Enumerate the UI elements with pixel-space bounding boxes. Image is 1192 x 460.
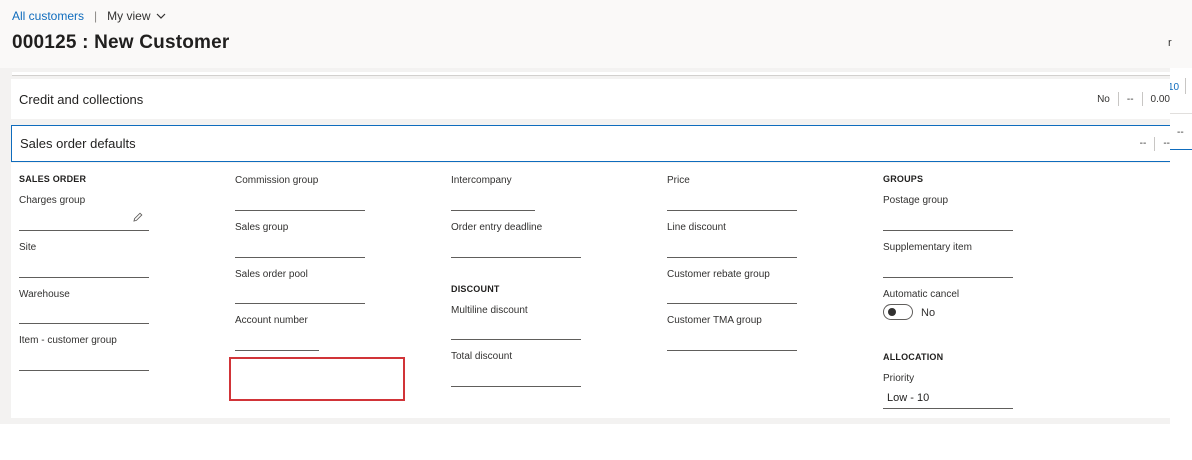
priority-dropdown[interactable] [883, 408, 1013, 409]
sales-summary-value: -- [1163, 138, 1170, 149]
edit-pencil-icon[interactable] [133, 212, 143, 222]
section-title-sales: Sales order defaults [20, 136, 136, 151]
postage-group-field[interactable] [883, 230, 1013, 231]
group-title-sales-order: SALES ORDER [19, 174, 87, 184]
customer-rebate-group-field[interactable] [667, 303, 797, 304]
order-entry-deadline-field[interactable] [451, 257, 581, 258]
site-field[interactable] [19, 277, 149, 278]
priority-dropdown-value[interactable]: Low - 10 [887, 392, 929, 404]
priority-label: Priority [883, 373, 915, 384]
warehouse-field[interactable] [19, 323, 149, 324]
sales-order-pool-label: Sales order pool [235, 269, 308, 280]
customer-tma-group-label: Customer TMA group [667, 315, 762, 326]
item-customer-group-field[interactable] [19, 370, 149, 371]
sales-summary-value: -- [1139, 138, 1147, 149]
supplementary-item-label: Supplementary item [883, 242, 972, 253]
credit-summary-value: No [1097, 93, 1110, 105]
clipped-divider [1185, 78, 1186, 94]
toggle-knob [888, 308, 896, 316]
postage-group-label: Postage group [883, 195, 949, 206]
credit-and-collections-header[interactable]: Credit and collections No -- 0.00 [11, 79, 1170, 119]
clipped-accent-line [1170, 149, 1192, 150]
sales-summary: -- -- [1132, 126, 1170, 161]
credit-summary: No -- 0.00 [1089, 79, 1170, 119]
breadcrumb: All customers | My view [12, 9, 166, 23]
clipped-header-text: r [1168, 37, 1172, 49]
page-header: All customers | My view 000125 : New Cus… [0, 0, 1192, 68]
clipped-dash: -- [1177, 127, 1184, 138]
multiline-discount-field[interactable] [451, 339, 581, 340]
group-title-discount: DISCOUNT [451, 284, 500, 294]
account-number-field[interactable] [235, 350, 319, 351]
credit-summary-value: 0.00 [1150, 93, 1170, 105]
sales-group-label: Sales group [235, 222, 289, 233]
sales-order-defaults-header[interactable]: Sales order defaults -- -- [11, 125, 1170, 162]
automatic-cancel-state: No [921, 307, 936, 319]
order-entry-deadline-label: Order entry deadline [451, 222, 543, 233]
breadcrumb-all-customers-link[interactable]: All customers [12, 9, 84, 23]
charges-group-field[interactable] [19, 230, 149, 231]
charges-group-label: Charges group [19, 195, 86, 206]
view-selector[interactable]: My view [107, 9, 165, 23]
site-label: Site [19, 242, 37, 253]
automatic-cancel-label: Automatic cancel [883, 289, 960, 300]
highlight-box [229, 357, 405, 401]
chevron-down-icon [156, 13, 165, 19]
supplementary-item-field[interactable] [883, 277, 1013, 278]
commission-group-field[interactable] [235, 210, 365, 211]
multiline-discount-label: Multiline discount [451, 305, 528, 316]
customer-rebate-group-label: Customer rebate group [667, 269, 770, 280]
warehouse-label: Warehouse [19, 289, 70, 300]
intercompany-label: Intercompany [451, 175, 512, 186]
sales-group-field[interactable] [235, 257, 365, 258]
section-title-credit: Credit and collections [19, 92, 144, 107]
view-selector-label: My view [107, 9, 151, 23]
breadcrumb-separator: | [94, 9, 98, 23]
customer-tma-group-field[interactable] [667, 350, 797, 351]
item-customer-group-label: Item - customer group [19, 335, 117, 346]
group-title-allocation: ALLOCATION [883, 352, 944, 362]
group-title-groups: GROUPS [883, 174, 924, 184]
total-discount-label: Total discount [451, 351, 513, 362]
commission-group-label: Commission group [235, 175, 319, 186]
line-discount-label: Line discount [667, 222, 726, 233]
credit-summary-value: -- [1126, 93, 1134, 105]
sales-order-pool-field[interactable] [235, 303, 365, 304]
automatic-cancel-toggle[interactable] [883, 304, 913, 320]
line-discount-field[interactable] [667, 257, 797, 258]
account-number-label: Account number [235, 315, 308, 326]
previous-section-edge [12, 72, 1170, 76]
price-field[interactable] [667, 210, 797, 211]
page-title: 000125 : New Customer [12, 32, 230, 53]
price-label: Price [667, 175, 690, 186]
intercompany-field[interactable] [451, 210, 535, 211]
clipped-rule [1170, 113, 1192, 114]
total-discount-field[interactable] [451, 386, 581, 387]
sales-order-defaults-body [11, 163, 1170, 418]
